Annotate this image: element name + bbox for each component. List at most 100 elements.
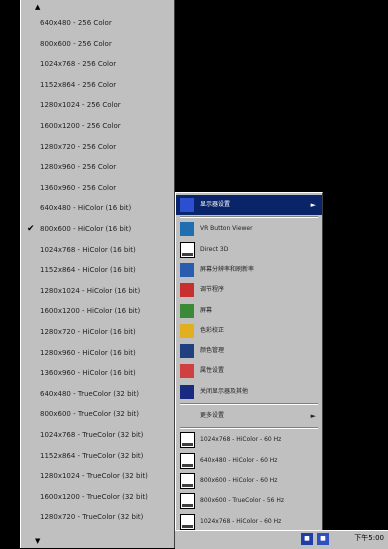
resolution-menu-item[interactable]: 1280x720 - HiColor (16 bit): [21, 323, 174, 341]
screen-icon: [180, 303, 194, 318]
app-icon: [180, 222, 194, 237]
resolution-menu-item[interactable]: ✔ 800x600 - HiColor (16 bit): [21, 220, 174, 238]
resolution-menu-item-label: 640x480 - HiColor (16 bit): [40, 204, 132, 213]
resolution-menu-item-label: 1280x960 - HiColor (16 bit): [40, 348, 136, 357]
context-menu-item-label: 属性设置: [200, 367, 225, 375]
context-menu-item[interactable]: 调节程序: [176, 280, 322, 300]
taskbar: ■ ■ 下午5:00: [175, 530, 388, 549]
resolution-menu-item-label: 640x480 - TrueColor (32 bit): [40, 389, 139, 398]
resolution-menu-item-label: 1152x864 - HiColor (16 bit): [40, 266, 136, 275]
resolution-menu-item[interactable]: 1152x864 - TrueColor (32 bit): [21, 447, 174, 465]
context-menu-item-label: 调节程序: [200, 286, 225, 294]
resolution-menu-item-label: 800x600 - TrueColor (32 bit): [40, 410, 139, 419]
monitor-icon: [180, 452, 195, 469]
resolution-menu-item[interactable]: 1600x1200 - HiColor (16 bit): [21, 302, 174, 320]
monitor-icon: [180, 241, 195, 258]
context-menu-item-label: 800x600 - HiColor - 60 Hz: [200, 476, 278, 484]
resolution-menu-item[interactable]: 640x480 - HiColor (16 bit): [21, 199, 174, 217]
resolution-menu-item-label: 1280x960 - 256 Color: [40, 163, 117, 172]
resolution-menu-item[interactable]: 1600x1200 - TrueColor (32 bit): [21, 488, 174, 506]
resolution-menu-item-label: 1360x960 - HiColor (16 bit): [40, 369, 136, 378]
display-icon[interactable]: ■: [317, 533, 329, 545]
context-menu-item[interactable]: 800x600 - TrueColor - 56 Hz: [176, 491, 322, 511]
context-menu-item[interactable]: VR Button Viewer: [176, 219, 322, 239]
context-menu-item[interactable]: Direct 3D: [176, 240, 322, 260]
color-manage-icon: [180, 344, 194, 359]
context-menu-item[interactable]: 1024x768 - HiColor - 60 Hz: [176, 430, 322, 450]
context-menu-item[interactable]: 显示器设置 ►: [176, 195, 322, 215]
context-menu-item-label: Direct 3D: [200, 245, 229, 253]
context-menu-item[interactable]: 1024x768 - HiColor - 60 Hz: [176, 512, 322, 532]
resolution-menu-item[interactable]: 1280x1024 - 256 Color: [21, 96, 174, 114]
context-menu-item-label: 颜色管理: [200, 347, 225, 355]
context-menu-item-label: 显示器设置: [200, 201, 231, 208]
scroll-up-icon[interactable]: ▲: [35, 3, 40, 11]
resolution-menu-item-label: 1280x720 - 256 Color: [40, 142, 117, 151]
resolution-menu-item[interactable]: 1024x768 - TrueColor (32 bit): [21, 426, 174, 444]
context-menu-item[interactable]: 色彩校正: [176, 321, 322, 341]
resolution-menu-item[interactable]: 1024x768 - 256 Color: [21, 55, 174, 73]
properties-icon: [180, 364, 194, 379]
settings-icon: [180, 262, 194, 277]
adjust-icon: [180, 283, 194, 298]
context-menu-item[interactable]: 颜色管理: [176, 341, 322, 361]
resolution-menu-item[interactable]: 1360x960 - 256 Color: [21, 179, 174, 197]
resolution-menu-item-label: 1280x1024 - HiColor (16 bit): [40, 286, 141, 295]
resolution-menu-item[interactable]: 1280x720 - 256 Color: [21, 138, 174, 156]
context-menu-item-label: VR Button Viewer: [200, 225, 253, 233]
menu-separator: [180, 427, 318, 430]
resolution-menu-item-label: 1152x864 - 256 Color: [40, 80, 117, 89]
monitor-icon: [180, 472, 195, 489]
resolution-menu-item-label: 800x600 - 256 Color: [40, 39, 112, 48]
resolution-menu-item[interactable]: 800x600 - 256 Color: [21, 35, 174, 53]
monitor-icon: [180, 513, 195, 530]
menu-separator: [180, 216, 318, 219]
context-menu-item-label: 1024x768 - HiColor - 60 Hz: [200, 517, 282, 525]
resolution-menu-item[interactable]: 640x480 - TrueColor (32 bit): [21, 385, 174, 403]
display-icon: [180, 198, 194, 212]
resolution-menu-item-label: 1024x768 - 256 Color: [40, 60, 117, 69]
resolution-menu-item[interactable]: 1280x960 - HiColor (16 bit): [21, 344, 174, 362]
resolution-menu-item[interactable]: 1360x960 - HiColor (16 bit): [21, 364, 174, 382]
resolution-menu: ▲ 640x480 - 256 Color 800x600 - 256 Color…: [20, 0, 175, 548]
context-menu-item[interactable]: 关闭显示器及其他: [176, 382, 322, 402]
resolution-menu-item[interactable]: 1280x960 - 256 Color: [21, 158, 174, 176]
context-menu-item[interactable]: 更多设置 ►: [176, 406, 322, 426]
context-menu-item[interactable]: 800x600 - HiColor - 60 Hz: [176, 471, 322, 491]
resolution-menu-item-label: 800x600 - HiColor (16 bit): [40, 225, 132, 233]
resolution-menu-item-label: 1024x768 - HiColor (16 bit): [40, 245, 136, 254]
resolution-menu-item[interactable]: 640x480 - 256 Color: [21, 14, 174, 32]
resolution-menu-item-label: 1360x960 - 256 Color: [40, 183, 117, 192]
submenu-arrow-icon: ►: [310, 412, 316, 420]
resolution-menu-item-label: 1152x864 - TrueColor (32 bit): [40, 451, 144, 460]
checkmark-icon: ✔: [27, 224, 35, 234]
context-menu-item-label: 屏幕: [200, 306, 213, 314]
resolution-menu-item[interactable]: 1024x768 - HiColor (16 bit): [21, 241, 174, 259]
resolution-menu-item-label: 1280x1024 - 256 Color: [40, 101, 121, 110]
clock[interactable]: 下午5:00: [354, 533, 384, 543]
context-menu-item-label: 屏幕分辨率和刷新率: [200, 265, 255, 273]
context-menu-item[interactable]: 属性设置: [176, 361, 322, 381]
network-icon[interactable]: ■: [301, 533, 313, 545]
resolution-menu-item-label: 1600x1200 - TrueColor (32 bit): [40, 492, 148, 501]
context-menu-item-label: 1024x768 - HiColor - 60 Hz: [200, 436, 282, 444]
context-menu-item-label: 色彩校正: [200, 326, 225, 334]
resolution-menu-item-label: 640x480 - 256 Color: [40, 19, 112, 27]
resolution-menu-item-label: 1024x768 - TrueColor (32 bit): [40, 431, 144, 439]
resolution-menu-item[interactable]: 1152x864 - 256 Color: [21, 76, 174, 94]
context-menu-item[interactable]: 屏幕: [176, 301, 322, 321]
resolution-menu-item[interactable]: 800x600 - TrueColor (32 bit): [21, 405, 174, 423]
resolution-menu-item[interactable]: 1600x1200 - 256 Color: [21, 117, 174, 135]
scroll-down-icon[interactable]: ▼: [35, 537, 40, 545]
context-menu-item-label: 640x480 - HiColor - 60 Hz: [200, 456, 278, 464]
resolution-menu-item[interactable]: 1280x1024 - HiColor (16 bit): [21, 282, 174, 300]
context-menu: 显示器设置 ► VR Button Viewer Direct 3D 屏幕分辨率和刷新率…: [175, 192, 323, 532]
context-menu-item[interactable]: 640x480 - HiColor - 60 Hz: [176, 451, 322, 471]
resolution-menu-item-label: 1280x1024 - TrueColor (32 bit): [40, 472, 148, 481]
color-icon: [180, 323, 194, 338]
menu-separator: [180, 403, 318, 405]
resolution-menu-item[interactable]: 1280x1024 - TrueColor (32 bit): [21, 467, 174, 485]
context-menu-item[interactable]: 屏幕分辨率和刷新率: [176, 260, 322, 280]
resolution-menu-item[interactable]: 1280x720 - TrueColor (32 bit): [21, 508, 174, 526]
resolution-menu-item[interactable]: 1152x864 - HiColor (16 bit): [21, 261, 174, 279]
